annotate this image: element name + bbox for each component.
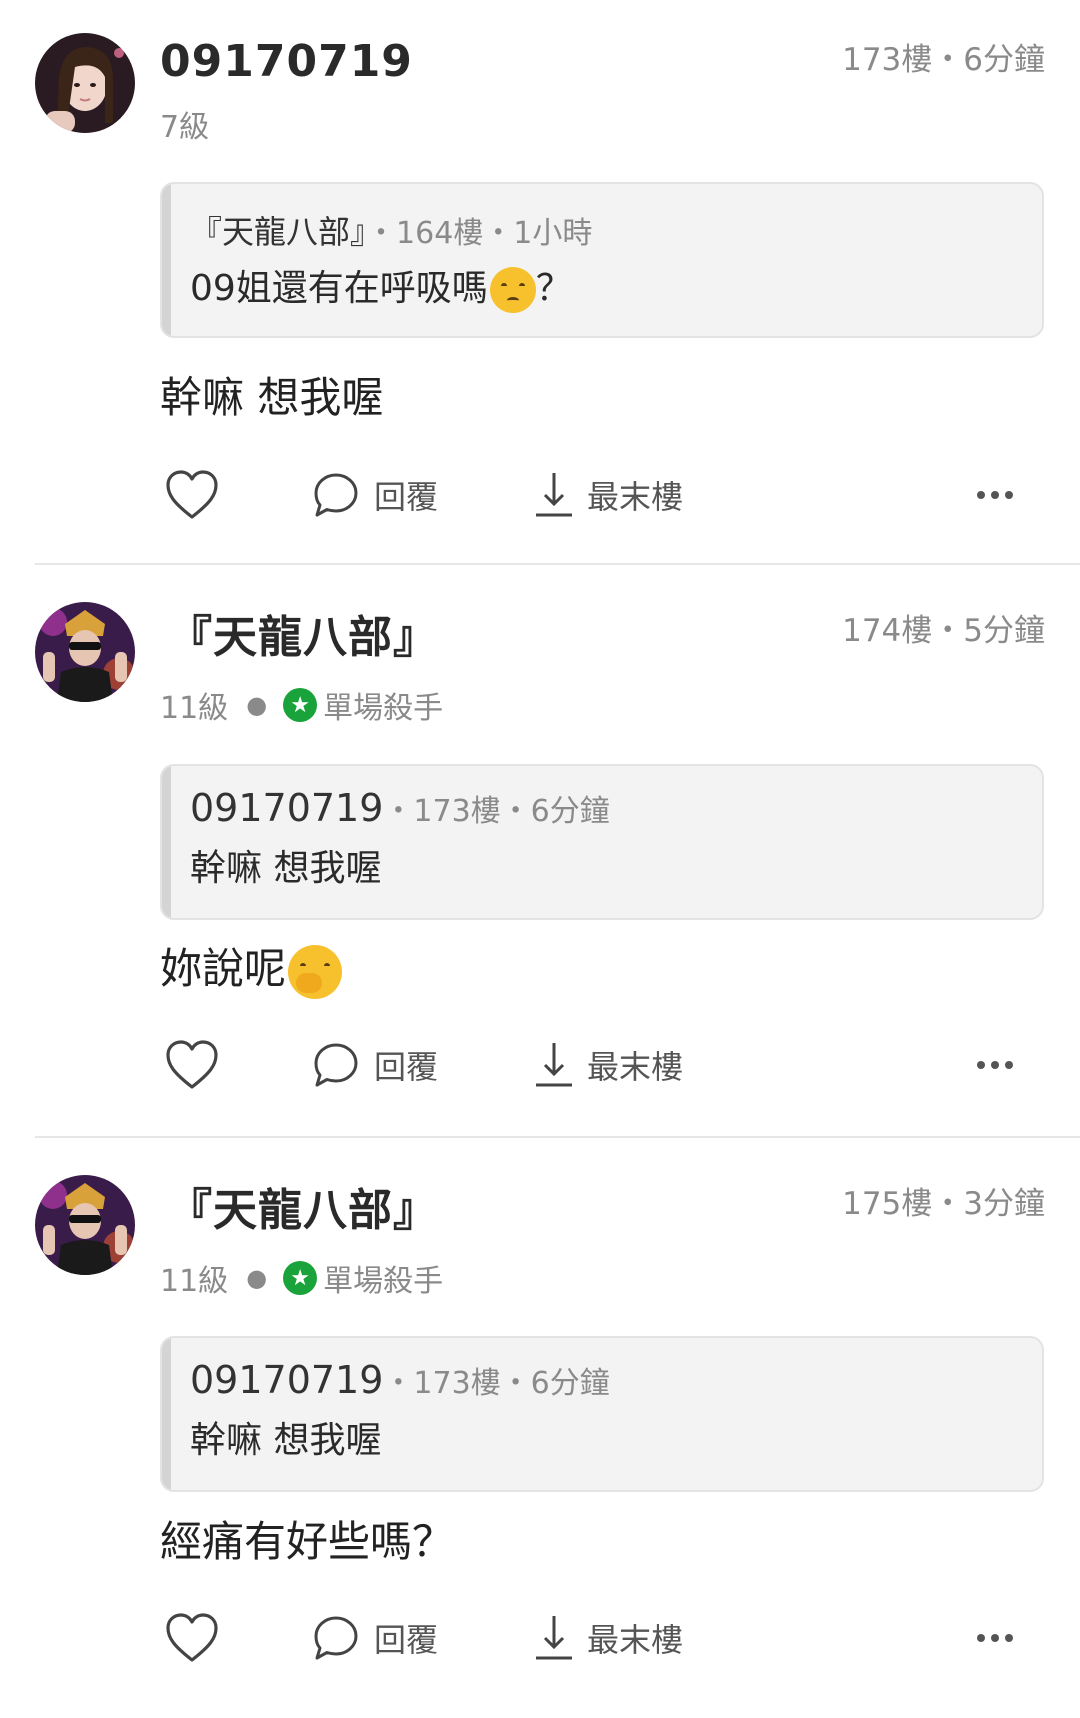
- comment-content: 幹嘛 想我喔: [160, 373, 384, 422]
- ellipsis-icon: [977, 1634, 1013, 1642]
- speech-bubble-icon: [314, 1043, 358, 1087]
- quote-author: 09170719: [190, 786, 384, 830]
- speech-bubble-icon: [314, 1616, 358, 1660]
- like-button[interactable]: [164, 1030, 220, 1100]
- quote-meta: ・173樓・6分鐘: [383, 1366, 610, 1401]
- last-floor-button[interactable]: 最末樓: [533, 1030, 683, 1100]
- heart-icon: [166, 470, 218, 519]
- comment-post: 09170719 173樓・6分鐘 7級 『天龍八部』・164樓・1小時 09姐…: [0, 0, 1080, 572]
- post-divider: [35, 563, 1080, 565]
- heart-icon: [166, 1040, 218, 1089]
- quoted-reply[interactable]: 09170719・173樓・6分鐘 幹嘛 想我喔: [160, 764, 1044, 920]
- reply-button[interactable]: 回覆: [312, 460, 438, 530]
- arrow-down-to-line-icon: [536, 473, 572, 517]
- ellipsis-icon: [977, 491, 1013, 499]
- star-badge-icon: ★: [283, 688, 318, 722]
- quote-bar: [162, 766, 171, 918]
- username[interactable]: 『天龍八部』: [168, 1183, 438, 1239]
- heart-icon: [166, 1613, 218, 1662]
- avatar-image: [35, 602, 135, 702]
- quote-bar: [162, 1338, 171, 1490]
- floor-time: 175樓・3分鐘: [842, 1186, 1045, 1222]
- last-floor-label: 最末樓: [587, 1621, 684, 1659]
- avatar[interactable]: [35, 33, 135, 133]
- last-floor-label: 最末樓: [587, 478, 684, 516]
- user-badge: 單場殺手: [323, 691, 444, 726]
- last-floor-label: 最末樓: [587, 1048, 684, 1086]
- quote-text: 09姐還有在呼吸嗎 ？: [190, 266, 572, 313]
- quote-meta: ・164樓・1小時: [366, 216, 593, 251]
- more-options-button[interactable]: [976, 460, 1014, 530]
- quote-text-content: 09姐還有在呼吸嗎: [190, 268, 488, 309]
- reply-label: 回覆: [374, 478, 439, 516]
- quote-text: 幹嘛 想我喔: [190, 848, 382, 889]
- comment-post: 『天龍八部』 174樓・5分鐘 11級 ● ★ 單場殺手 09170719・17…: [0, 573, 1080, 1145]
- user-level: 7級: [160, 110, 210, 145]
- floor-time: 174樓・5分鐘: [842, 613, 1045, 649]
- user-level-row: 11級 ● ★ 單場殺手: [160, 685, 444, 726]
- arrow-down-to-line-icon: [536, 1616, 572, 1660]
- user-level: 11級: [160, 1264, 229, 1299]
- quote-header: 09170719・173樓・6分鐘: [190, 786, 610, 834]
- hand-over-mouth-icon: [288, 944, 343, 999]
- like-button[interactable]: [164, 1603, 220, 1673]
- last-floor-button[interactable]: 最末樓: [533, 460, 683, 530]
- comment-content: 妳說呢: [160, 941, 343, 999]
- arrow-down-to-line-icon: [536, 1043, 572, 1087]
- quote-header: 『天龍八部』・164樓・1小時: [190, 210, 592, 256]
- action-bar: 回覆 最末樓: [160, 1603, 1044, 1673]
- quote-meta: ・173樓・6分鐘: [383, 794, 610, 829]
- username[interactable]: 『天龍八部』: [168, 610, 438, 666]
- action-bar: 回覆 最末樓: [160, 460, 1044, 530]
- quote-text-tail: ？: [535, 268, 572, 309]
- last-floor-button[interactable]: 最末樓: [533, 1603, 683, 1673]
- reply-label: 回覆: [374, 1621, 439, 1659]
- quote-author: 『天龍八部』: [190, 213, 367, 251]
- floor-time: 173樓・6分鐘: [842, 42, 1045, 78]
- quoted-reply[interactable]: 09170719・173樓・6分鐘 幹嘛 想我喔: [160, 1336, 1044, 1492]
- user-level-row: 7級: [160, 104, 210, 145]
- avatar[interactable]: [35, 1175, 135, 1275]
- quote-bar: [162, 184, 171, 336]
- comment-text: 妳說呢: [160, 944, 287, 993]
- quote-author: 09170719: [190, 1358, 384, 1402]
- avatar-image: [35, 1175, 135, 1275]
- post-divider: [35, 1136, 1080, 1138]
- username[interactable]: 09170719: [160, 34, 413, 90]
- user-badge: 單場殺手: [323, 1264, 444, 1299]
- ellipsis-icon: [977, 1061, 1013, 1069]
- user-level-row: 11級 ● ★ 單場殺手: [160, 1258, 444, 1299]
- reply-button[interactable]: 回覆: [312, 1030, 438, 1100]
- more-options-button[interactable]: [976, 1030, 1014, 1100]
- quote-text: 幹嘛 想我喔: [190, 1420, 382, 1461]
- comment-content: 經痛有好些嗎？: [160, 1517, 455, 1566]
- comment-feed: 09170719 173樓・6分鐘 7級 『天龍八部』・164樓・1小時 09姐…: [0, 0, 1080, 1695]
- user-level: 11級: [160, 691, 229, 726]
- action-bar: 回覆 最末樓: [160, 1030, 1044, 1100]
- speech-bubble-icon: [314, 473, 358, 517]
- avatar-image: [35, 33, 135, 133]
- reply-button[interactable]: 回覆: [312, 1603, 438, 1673]
- reply-label: 回覆: [374, 1048, 439, 1086]
- more-options-button[interactable]: [976, 1603, 1014, 1673]
- avatar[interactable]: [35, 602, 135, 702]
- separator-dot: ●: [246, 1264, 268, 1292]
- face-exhaling-icon: [489, 267, 536, 313]
- separator-dot: ●: [246, 691, 268, 719]
- comment-post: 『天龍八部』 175樓・3分鐘 11級 ● ★ 單場殺手 09170719・17…: [0, 1146, 1080, 1718]
- quote-header: 09170719・173樓・6分鐘: [190, 1358, 610, 1406]
- star-badge-icon: ★: [283, 1261, 318, 1295]
- quoted-reply[interactable]: 『天龍八部』・164樓・1小時 09姐還有在呼吸嗎 ？: [160, 182, 1044, 338]
- like-button[interactable]: [164, 460, 220, 530]
